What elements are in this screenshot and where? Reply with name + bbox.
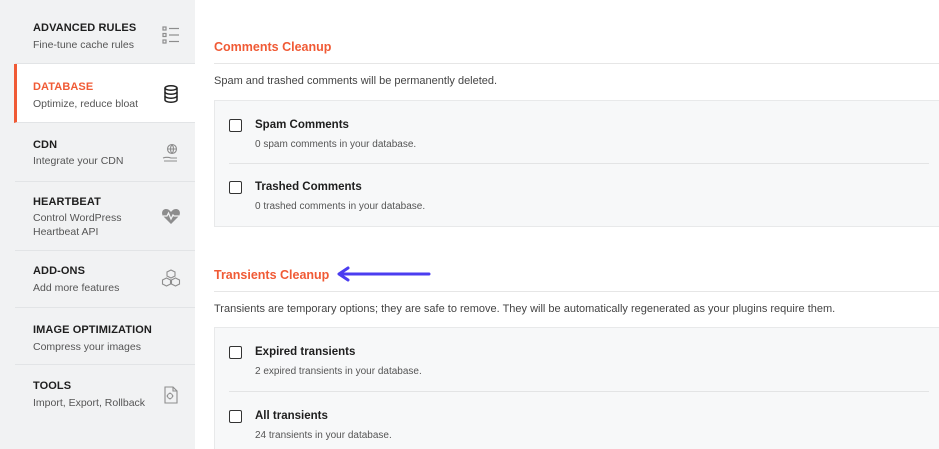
trashed-comments-checkbox[interactable] <box>229 181 242 194</box>
option-detail: 24 transients in your database. <box>255 430 392 441</box>
option-label: Spam Comments <box>255 119 349 131</box>
sidebar-item-tools[interactable]: TOOLS Import, Export, Rollback <box>15 365 195 449</box>
option-label: Expired transients <box>255 346 356 358</box>
expired-transients-checkbox[interactable] <box>229 346 242 359</box>
database-icon <box>161 84 181 104</box>
option-divider <box>229 163 929 164</box>
option-detail: 0 spam comments in your database. <box>255 139 417 150</box>
sidebar-item-subtitle: Optimize, reduce bloat <box>33 98 139 110</box>
sidebar-item-subtitle: Fine-tune cache rules <box>33 39 134 51</box>
cdn-icon <box>161 143 181 163</box>
settings-sidebar: ADVANCED RULES Fine-tune cache rules DAT… <box>0 0 195 449</box>
sidebar-item-subtitle: Import, Export, Rollback <box>33 397 146 409</box>
section-divider <box>214 63 939 64</box>
tools-icon <box>161 385 181 405</box>
spam-comments-option[interactable]: Spam Comments 0 spam comments in your da… <box>229 119 929 153</box>
sidebar-item-title: HEARTBEAT <box>33 196 101 208</box>
sidebar-item-heartbeat[interactable]: HEARTBEAT Control WordPress Heartbeat AP… <box>15 182 195 251</box>
sidebar-item-advanced-rules[interactable]: ADVANCED RULES Fine-tune cache rules <box>15 0 195 64</box>
all-transients-checkbox[interactable] <box>229 410 242 423</box>
option-label: Trashed Comments <box>255 181 362 193</box>
trashed-comments-option[interactable]: Trashed Comments 0 trashed comments in y… <box>229 181 929 215</box>
comments-options-panel: Spam Comments 0 spam comments in your da… <box>214 100 939 227</box>
section-divider <box>214 291 939 292</box>
sidebar-item-title: CDN <box>33 139 58 151</box>
option-label: All transients <box>255 410 328 422</box>
all-transients-option[interactable]: All transients 24 transients in your dat… <box>229 410 929 444</box>
annotation-arrow <box>337 266 431 282</box>
sidebar-item-title: ADVANCED RULES <box>33 22 137 34</box>
list-icon <box>161 25 181 45</box>
transients-cleanup-title: Transients Cleanup <box>214 268 330 282</box>
comments-cleanup-description: Spam and trashed comments will be perman… <box>214 75 498 87</box>
comments-cleanup-title: Comments Cleanup <box>214 40 332 54</box>
heartbeat-icon <box>161 206 181 226</box>
sidebar-item-cdn[interactable]: CDN Integrate your CDN <box>15 123 195 182</box>
sidebar-item-subtitle: Add more features <box>33 282 120 294</box>
option-divider <box>229 391 929 392</box>
sidebar-item-subtitle: Integrate your CDN <box>33 155 124 167</box>
sidebar-item-title: TOOLS <box>33 380 72 392</box>
sidebar-item-database[interactable]: DATABASE Optimize, reduce bloat <box>14 64 195 123</box>
addons-icon <box>161 269 181 289</box>
sidebar-item-subtitle: Compress your images <box>33 341 141 353</box>
expired-transients-option[interactable]: Expired transients 2 expired transients … <box>229 346 929 380</box>
sidebar-item-subtitle: Control WordPress Heartbeat API <box>33 212 122 238</box>
transients-options-panel: Expired transients 2 expired transients … <box>214 327 939 449</box>
option-detail: 2 expired transients in your database. <box>255 366 422 377</box>
sidebar-item-title: ADD-ONS <box>33 265 86 277</box>
sidebar-item-title: IMAGE OPTIMIZATION <box>33 324 152 336</box>
sidebar-item-image-optimization[interactable]: IMAGE OPTIMIZATION Compress your images <box>15 308 195 365</box>
transients-cleanup-description: Transients are temporary options; they a… <box>214 303 836 315</box>
sidebar-item-add-ons[interactable]: ADD-ONS Add more features <box>15 251 195 308</box>
sidebar-item-title: DATABASE <box>33 81 94 93</box>
option-detail: 0 trashed comments in your database. <box>255 201 426 212</box>
spam-comments-checkbox[interactable] <box>229 119 242 132</box>
